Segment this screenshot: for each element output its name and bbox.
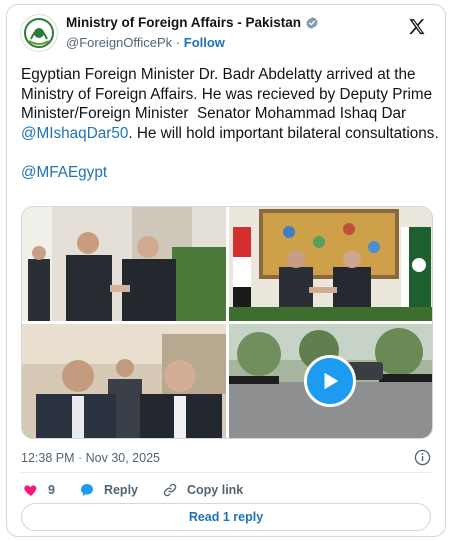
avatar[interactable] (20, 14, 58, 52)
tweet-text: Egyptian Foreign Minister Dr. Badr Abdel… (21, 65, 439, 182)
tweet-text-body-end: . He will hold important bilateral consu… (128, 124, 439, 142)
mention-link-mfaegypt[interactable]: @MFAEgypt (21, 164, 107, 181)
author-handle[interactable]: @ForeignOfficePk (66, 35, 172, 50)
tweet-timestamp[interactable]: 12:38 PM · Nov 30, 2025 (21, 451, 160, 465)
play-icon (324, 372, 339, 390)
link-icon (163, 483, 177, 497)
author-handle-row: @ForeignOfficePk · Follow (66, 35, 319, 50)
follow-link[interactable]: Follow (184, 35, 225, 50)
author-name-row[interactable]: Ministry of Foreign Affairs - Pakistan (66, 15, 319, 30)
media-photo-1[interactable] (22, 207, 226, 321)
media-grid (21, 206, 433, 439)
media-video-4[interactable] (229, 324, 432, 438)
media-photo-2[interactable] (229, 207, 432, 321)
photo-handshake-flags-icon (229, 207, 432, 321)
author-display-name[interactable]: Ministry of Foreign Affairs - Pakistan (66, 15, 301, 30)
play-button[interactable] (304, 355, 356, 407)
verified-badge-icon (306, 16, 318, 29)
reply-bubble-icon (80, 484, 93, 496)
media-photo-3[interactable] (22, 324, 226, 438)
mention-link[interactable]: @MIshaqDar50 (21, 125, 128, 142)
author-info: Ministry of Foreign Affairs - Pakistan @… (66, 15, 319, 50)
like-button[interactable]: 9 (23, 482, 55, 498)
tweet-card: Ministry of Foreign Affairs - Pakistan @… (6, 4, 446, 537)
separator-dot: · (175, 35, 181, 50)
read-replies-button[interactable]: Read 1 reply (21, 503, 431, 531)
action-bar: 9 Reply Copy link (23, 479, 431, 501)
tweet-text-body: Egyptian Foreign Minister Dr. Badr Abdel… (21, 66, 437, 122)
divider (21, 472, 431, 473)
copy-link-label: Copy link (187, 483, 244, 497)
copy-link-button[interactable]: Copy link (162, 482, 243, 498)
photo-handshake-hallway-icon (22, 207, 226, 321)
photo-walking-group-icon (22, 324, 226, 438)
reply-label: Reply (103, 483, 138, 497)
heart-icon (24, 485, 37, 496)
tweet-header: Ministry of Foreign Affairs - Pakistan @… (20, 13, 433, 53)
info-icon[interactable] (414, 449, 431, 466)
x-logo-icon[interactable] (407, 17, 427, 37)
emblem-icon (22, 16, 56, 50)
like-count: 9 (48, 483, 55, 497)
reply-button[interactable]: Reply (79, 482, 138, 498)
